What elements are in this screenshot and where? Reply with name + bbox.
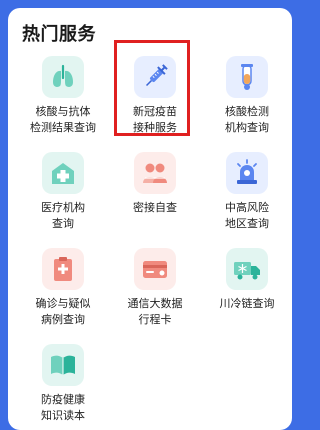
service-nucleic-test-institutions[interactable]: 核酸检测 机构查询 <box>198 48 290 140</box>
service-label: 川冷链查询 <box>219 297 275 310</box>
service-label: 核酸与抗体 检测结果查询 <box>30 105 96 134</box>
book-icon <box>42 344 84 386</box>
service-label: 确诊与疑似 病例查询 <box>35 297 91 326</box>
cold-chain-truck-icon <box>226 248 268 290</box>
service-label: 防疫健康 知识读本 <box>41 393 85 422</box>
service-close-contact-check[interactable]: 密接自查 <box>106 144 198 236</box>
service-travel-card[interactable]: 通信大数据 行程卡 <box>106 240 198 332</box>
service-label: 医疗机构 查询 <box>41 201 85 230</box>
service-health-knowledge-book[interactable]: 防疫健康 知识读本 <box>14 336 106 428</box>
service-confirmed-suspected-cases[interactable]: 确诊与疑似 病例查询 <box>14 240 106 332</box>
lungs-icon <box>42 56 84 98</box>
siren-icon <box>226 152 268 194</box>
service-label: 通信大数据 行程卡 <box>127 297 183 326</box>
service-label: 核酸检测 机构查询 <box>225 105 269 134</box>
service-nucleic-antibody-results[interactable]: 核酸与抗体 检测结果查询 <box>14 48 106 140</box>
service-cold-chain-query[interactable]: 川冷链查询 <box>198 240 290 332</box>
highlight-box <box>114 40 190 136</box>
travel-card-icon <box>134 248 176 290</box>
contacts-icon <box>134 152 176 194</box>
clipboard-icon <box>42 248 84 290</box>
service-medical-institutions[interactable]: 医疗机构 查询 <box>14 144 106 236</box>
section-title: 热门服务 <box>22 24 96 45</box>
service-label: 密接自查 <box>133 201 177 214</box>
service-risk-area-query[interactable]: 中高风险 地区查询 <box>198 144 290 236</box>
test-tube-icon <box>226 56 268 98</box>
hot-services-card: 热门服务 核酸与抗体 检测结果查询 新冠疫苗 接种服务 核酸检测 机构查询 医疗… <box>8 8 292 430</box>
service-label: 中高风险 地区查询 <box>225 201 269 230</box>
hospital-icon <box>42 152 84 194</box>
